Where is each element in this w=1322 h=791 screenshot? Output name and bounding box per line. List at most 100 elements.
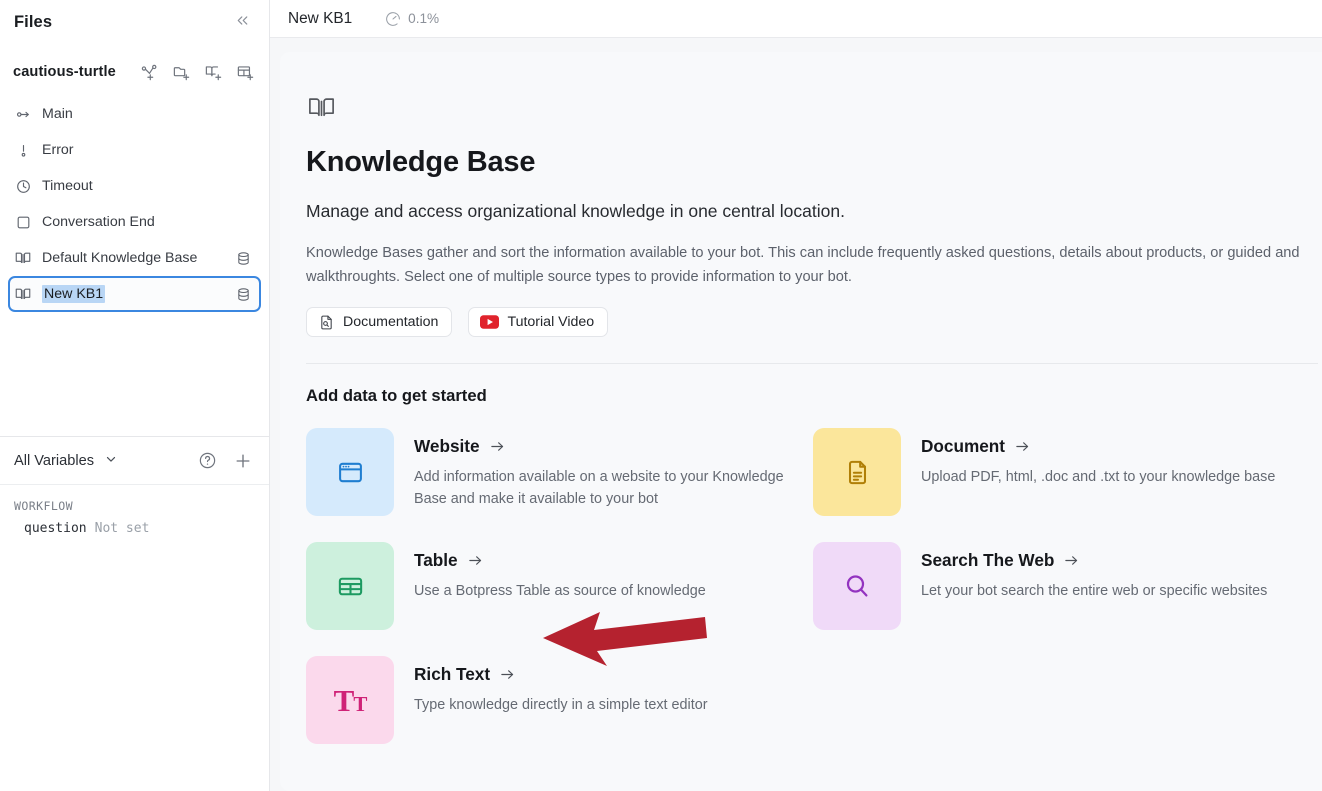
table-icon bbox=[336, 572, 365, 601]
card-title: Search The Web bbox=[921, 550, 1055, 571]
resource-links: Documentation Tutorial Video bbox=[306, 307, 1318, 338]
variable-row[interactable]: question Not set bbox=[14, 521, 255, 536]
card-tile bbox=[306, 542, 394, 631]
card-description: Type knowledge directly in a simple text… bbox=[414, 697, 708, 714]
variables-filter-label[interactable]: All Variables bbox=[14, 453, 94, 469]
chevron-double-left-icon[interactable] bbox=[232, 10, 253, 34]
variables-header: All Variables bbox=[0, 437, 269, 485]
sidebar-item-error[interactable]: Error bbox=[8, 132, 261, 168]
sidebar-item-label: Main bbox=[42, 106, 73, 122]
data-source-grid: Website Add information available on a w… bbox=[306, 428, 1318, 745]
variable-name: question bbox=[24, 521, 87, 536]
arrow-right-icon[interactable] bbox=[489, 438, 506, 455]
book-icon bbox=[14, 285, 32, 303]
card-head: Rich Text bbox=[414, 664, 708, 685]
page-description: Knowledge Bases gather and sort the info… bbox=[306, 245, 1300, 285]
main-area: New KB1 0.1% Knowledge Base Manage and a… bbox=[270, 0, 1322, 791]
file-tree: Main Error Timeout Conversation End Defa… bbox=[0, 92, 269, 312]
sidebar-item-label: Error bbox=[42, 142, 74, 158]
usage-gauge: 0.1% bbox=[384, 10, 439, 28]
sidebar-item-timeout[interactable]: Timeout bbox=[8, 168, 261, 204]
card-title: Table bbox=[414, 550, 458, 571]
card-website[interactable]: Website Add information available on a w… bbox=[306, 428, 811, 517]
clock-icon bbox=[14, 177, 32, 195]
card-table[interactable]: Table Use a Botpress Table as source of … bbox=[306, 542, 811, 631]
card-body: Document Upload PDF, html, .doc and .txt… bbox=[921, 428, 1275, 516]
search-icon bbox=[842, 571, 872, 601]
flow-start-icon bbox=[14, 105, 32, 123]
database-icon bbox=[233, 248, 253, 268]
documentation-label: Documentation bbox=[343, 314, 439, 331]
card-head: Website bbox=[414, 436, 789, 457]
section-title: Add data to get started bbox=[306, 386, 487, 406]
arrow-right-icon[interactable] bbox=[1014, 438, 1031, 455]
card-head: Search The Web bbox=[921, 550, 1267, 571]
gauge-icon bbox=[384, 10, 402, 28]
browser-window-icon bbox=[336, 458, 365, 487]
card-body: Search The Web Let your bot search the e… bbox=[921, 542, 1267, 630]
sidebar-header: Files bbox=[0, 0, 269, 44]
content-scroll: Knowledge Base Manage and access organiz… bbox=[270, 38, 1322, 791]
sidebar-item-main[interactable]: Main bbox=[8, 96, 261, 132]
sidebar-item-new-kb1[interactable]: New KB1 bbox=[8, 276, 261, 312]
card-tile: TT bbox=[306, 656, 394, 745]
section-divider bbox=[306, 363, 1318, 365]
variables-body: WORKFLOW question Not set bbox=[0, 485, 269, 536]
chevron-down-icon[interactable] bbox=[104, 452, 118, 469]
sidebar-item-rename-input[interactable]: New KB1 bbox=[42, 285, 106, 303]
card-tile bbox=[306, 428, 394, 517]
gauge-value: 0.1% bbox=[408, 11, 440, 26]
card-document[interactable]: Document Upload PDF, html, .doc and .txt… bbox=[813, 428, 1318, 517]
card-tile bbox=[813, 542, 901, 631]
card-body: Website Add information available on a w… bbox=[414, 428, 789, 516]
sidebar-item-default-knowledge-base[interactable]: Default Knowledge Base bbox=[8, 240, 261, 276]
arrow-right-icon[interactable] bbox=[467, 552, 484, 569]
error-icon bbox=[14, 141, 32, 159]
add-workflow-icon[interactable] bbox=[139, 62, 159, 82]
card-title: Document bbox=[921, 436, 1006, 457]
app-root: Files cautious-turtle Main Error Timeout… bbox=[0, 0, 1322, 791]
card-head: Table bbox=[414, 550, 706, 571]
files-sidebar: Files cautious-turtle Main Error Timeout… bbox=[0, 0, 270, 791]
card-title: Website bbox=[414, 436, 480, 457]
card-tile bbox=[813, 428, 901, 517]
documentation-button[interactable]: Documentation bbox=[306, 307, 453, 338]
card-description: Upload PDF, html, .doc and .txt to your … bbox=[921, 469, 1276, 486]
card-rich-text[interactable]: TT Rich Text Type knowledge directly in … bbox=[306, 656, 811, 745]
tutorial-video-button[interactable]: Tutorial Video bbox=[468, 307, 609, 338]
book-icon bbox=[14, 249, 32, 267]
card-body: Rich Text Type knowledge directly in a s… bbox=[414, 656, 708, 744]
help-circle-icon[interactable] bbox=[197, 451, 217, 471]
book-icon bbox=[306, 92, 1318, 128]
plus-icon[interactable] bbox=[233, 451, 253, 471]
tab-new-kb1[interactable]: New KB1 bbox=[288, 10, 352, 28]
youtube-icon bbox=[480, 315, 500, 330]
variables-group-label: WORKFLOW bbox=[14, 499, 74, 513]
card-body: Table Use a Botpress Table as source of … bbox=[414, 542, 706, 630]
rich-text-icon: TT bbox=[333, 682, 368, 718]
arrow-right-icon[interactable] bbox=[1063, 552, 1080, 569]
sidebar-item-label: Default Knowledge Base bbox=[42, 250, 198, 266]
bot-row: cautious-turtle bbox=[0, 52, 269, 92]
card-description: Add information available on a website t… bbox=[414, 469, 784, 507]
sidebar-item-conversation-end[interactable]: Conversation End bbox=[8, 204, 261, 240]
add-folder-icon[interactable] bbox=[171, 62, 191, 82]
add-knowledge-base-icon[interactable] bbox=[203, 62, 223, 82]
variables-actions bbox=[197, 451, 253, 471]
sidebar-title: Files bbox=[14, 12, 53, 31]
arrow-right-icon[interactable] bbox=[499, 666, 516, 683]
variables-panel: All Variables WORKFLOW question Not set bbox=[0, 436, 269, 791]
bot-name[interactable]: cautious-turtle bbox=[13, 64, 116, 80]
sidebar-item-label: Conversation End bbox=[42, 214, 155, 230]
page-subtitle: Manage and access organizational knowled… bbox=[306, 201, 845, 221]
card-search-the-web[interactable]: Search The Web Let your bot search the e… bbox=[813, 542, 1318, 631]
sidebar-item-label: Timeout bbox=[42, 178, 93, 194]
add-table-icon[interactable] bbox=[235, 62, 255, 82]
database-icon bbox=[233, 284, 253, 304]
card-head: Document bbox=[921, 436, 1275, 457]
bot-actions bbox=[139, 62, 255, 82]
square-icon bbox=[14, 213, 32, 231]
card-title: Rich Text bbox=[414, 664, 491, 685]
tutorial-video-label: Tutorial Video bbox=[507, 314, 595, 331]
variable-value: Not set bbox=[94, 521, 150, 536]
